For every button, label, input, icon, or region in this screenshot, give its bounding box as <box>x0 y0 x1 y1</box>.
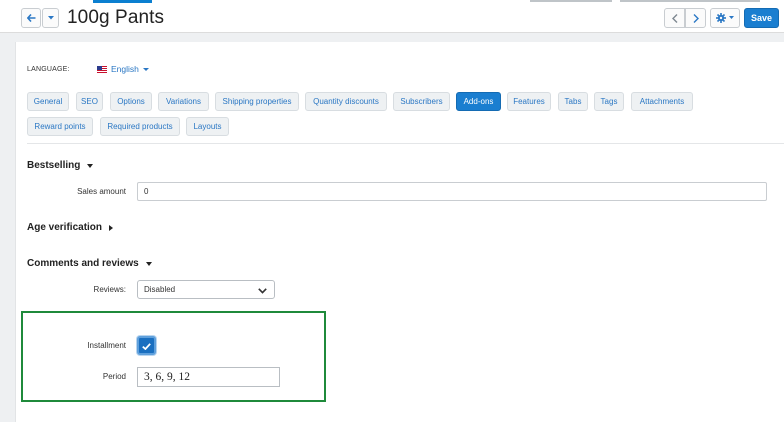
period-label: Period <box>102 372 126 381</box>
section-title: Comments and reviews <box>27 258 139 269</box>
chevron-down-icon <box>258 287 267 296</box>
comments-reviews-section-toggle[interactable]: Comments and reviews <box>27 258 152 269</box>
language-selector[interactable]: English <box>97 64 149 74</box>
reviews-select[interactable]: Disabled <box>137 280 275 299</box>
sales-amount-label: Sales amount <box>77 187 126 196</box>
tab-subscribers[interactable]: Subscribers <box>393 92 450 111</box>
tab-shipping-properties[interactable]: Shipping properties <box>215 92 299 111</box>
installment-label: Installment <box>87 341 126 350</box>
tab-reward-points[interactable]: Reward points <box>27 117 93 136</box>
tab-options[interactable]: Options <box>110 92 152 111</box>
back-button[interactable] <box>21 8 41 28</box>
caret-down-icon <box>145 261 152 266</box>
section-title: Age verification <box>27 222 103 233</box>
installment-checkbox[interactable] <box>137 336 156 355</box>
save-button[interactable]: Save <box>744 8 779 28</box>
reviews-select-value: Disabled <box>144 285 176 294</box>
gear-icon <box>716 13 726 23</box>
highlight-box <box>21 311 326 402</box>
top-tab-indicator-2 <box>620 0 760 2</box>
checkmark-icon <box>142 337 151 355</box>
tab-tags[interactable]: Tags <box>594 92 624 111</box>
prev-product-button[interactable] <box>664 8 685 28</box>
tab-seo[interactable]: SEO <box>76 92 103 111</box>
age-verification-section-toggle[interactable]: Age verification <box>27 222 114 233</box>
tab-required-products[interactable]: Required products <box>100 117 180 136</box>
section-title: Bestselling <box>27 160 81 171</box>
chevron-left-icon <box>671 13 678 23</box>
chevron-right-icon <box>693 13 699 23</box>
sales-amount-input[interactable]: 0 <box>137 182 767 201</box>
next-product-button[interactable] <box>685 8 706 28</box>
reviews-label: Reviews: <box>93 285 126 294</box>
period-input[interactable]: 3, 6, 9, 12 <box>137 367 280 387</box>
caret-down-icon <box>47 16 54 20</box>
caret-right-icon <box>109 224 114 231</box>
caret-down-icon <box>142 67 149 71</box>
us-flag-icon <box>97 65 107 73</box>
tab-general[interactable]: General <box>27 92 69 111</box>
language-value: English <box>111 64 139 74</box>
arrow-left-icon <box>26 14 36 22</box>
tab-layouts[interactable]: Layouts <box>186 117 229 136</box>
tab-quantity-discounts[interactable]: Quantity discounts <box>305 92 387 111</box>
bestselling-section-toggle[interactable]: Bestselling <box>27 160 94 171</box>
page-title: 100g Pants <box>67 7 165 28</box>
tab-variations[interactable]: Variations <box>158 92 209 111</box>
tab-add-ons[interactable]: Add-ons <box>456 92 501 111</box>
tab-tabs[interactable]: Tabs <box>558 92 588 111</box>
language-label: LANGUAGE: <box>27 66 70 73</box>
tab-attachments[interactable]: Attachments <box>631 92 693 111</box>
section-divider <box>27 143 784 144</box>
top-tab-indicator <box>530 0 612 2</box>
tab-features[interactable]: Features <box>507 92 551 111</box>
settings-button[interactable] <box>710 8 740 28</box>
history-dropdown-button[interactable] <box>42 8 59 28</box>
top-active-indicator <box>93 0 152 3</box>
caret-down-icon <box>729 16 734 20</box>
caret-down-icon <box>87 163 94 168</box>
